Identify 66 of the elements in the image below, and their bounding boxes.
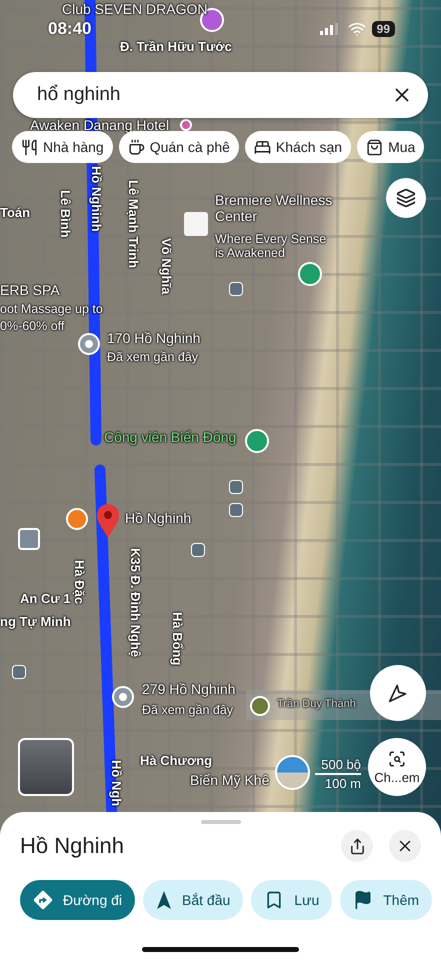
- map-label: Hồ Nghinh: [88, 166, 103, 232]
- map-label: Bremiere Wellness Center: [215, 192, 334, 224]
- layers-icon: [396, 188, 416, 208]
- place-marker-icon[interactable]: [18, 528, 40, 550]
- wifi-icon: [348, 20, 366, 38]
- action-button[interactable]: Đường đi: [20, 880, 136, 920]
- map-label: Lê Mạnh Trinh: [125, 180, 140, 268]
- map-label: Hà Đặc: [71, 560, 86, 604]
- location-pin-icon[interactable]: [112, 686, 134, 708]
- map-label: Toán: [0, 206, 30, 221]
- map-label: Võ Nghĩa: [158, 238, 173, 294]
- bed-icon: [254, 138, 271, 156]
- lens-button[interactable]: Ch...em: [368, 738, 426, 796]
- drag-handle[interactable]: [200, 820, 240, 824]
- map-label: Đã xem gần đây: [107, 350, 198, 364]
- street-view-thumbnail[interactable]: [18, 738, 74, 796]
- action-button[interactable]: Bắt đầu: [143, 880, 244, 920]
- action-button[interactable]: Thêm: [340, 880, 432, 920]
- bus-stop-icon[interactable]: [229, 503, 243, 517]
- map-label: Đ. Trần Hữu Tước: [120, 40, 232, 55]
- map-label: Công viên Biển Đông: [104, 429, 236, 446]
- category-chip[interactable]: Khách sạn: [244, 131, 352, 163]
- map-label: Biển Mỹ Khê: [190, 772, 270, 788]
- map-label: 170 Hồ Nghinh: [107, 330, 200, 346]
- location-pin-icon[interactable]: [78, 333, 100, 355]
- search-field[interactable]: hổ nghinh: [13, 72, 428, 118]
- share-button[interactable]: [341, 830, 373, 862]
- map-label: 0%-60% off: [0, 319, 64, 334]
- category-chip[interactable]: Nhà hàng: [12, 131, 113, 163]
- flag-icon: [353, 890, 374, 910]
- map-label: Hà Bổng: [169, 612, 184, 666]
- camera-search-icon: [388, 750, 406, 768]
- map-label: Trần Duy Thành: [277, 698, 356, 711]
- location-arrow-icon: [388, 683, 408, 703]
- map-label: Đã xem gần đây: [142, 703, 234, 718]
- map-label: K35 Đ. Đình Nghệ: [127, 548, 142, 658]
- share-icon: [348, 838, 366, 854]
- place-title: Hồ Nghinh: [20, 833, 125, 859]
- map-label: An Cư 1: [20, 592, 71, 607]
- battery-level: 99: [372, 21, 395, 37]
- scale-label: 500 bộ: [321, 757, 361, 772]
- bus-stop-icon[interactable]: [229, 480, 243, 494]
- compass-disc: [275, 755, 310, 790]
- map-label: ERB SPA: [0, 282, 60, 298]
- bus-stop-icon[interactable]: [191, 543, 205, 557]
- map-label: Hồ Ngh: [108, 760, 123, 806]
- close-button[interactable]: [389, 830, 421, 862]
- arrow-icon: [156, 890, 172, 910]
- map-pin-icon: [96, 503, 120, 539]
- map-label: Where Every Sense is Awakened: [215, 232, 328, 261]
- cup-icon: [128, 138, 145, 156]
- map-label: Hồ Nghinh: [125, 510, 192, 526]
- signal-icon: [320, 23, 340, 35]
- map-label: Hà Chương: [140, 754, 212, 769]
- layers-button[interactable]: [386, 178, 426, 218]
- bus-stop-icon[interactable]: [12, 665, 26, 679]
- map-label: Lê Bình: [57, 190, 72, 238]
- shopping-bag-icon: [366, 138, 384, 156]
- scale-label: 100 m: [324, 776, 361, 791]
- map-label: 279 Hồ Nghinh: [142, 681, 236, 698]
- fork-knife-icon: [21, 138, 38, 156]
- category-chip[interactable]: Mua: [357, 131, 424, 163]
- map-label: ng Tự Minh: [0, 615, 71, 630]
- bus-stop-icon[interactable]: [229, 282, 243, 296]
- action-button[interactable]: Lưu: [251, 880, 332, 920]
- logo-thumbnail: [184, 212, 208, 236]
